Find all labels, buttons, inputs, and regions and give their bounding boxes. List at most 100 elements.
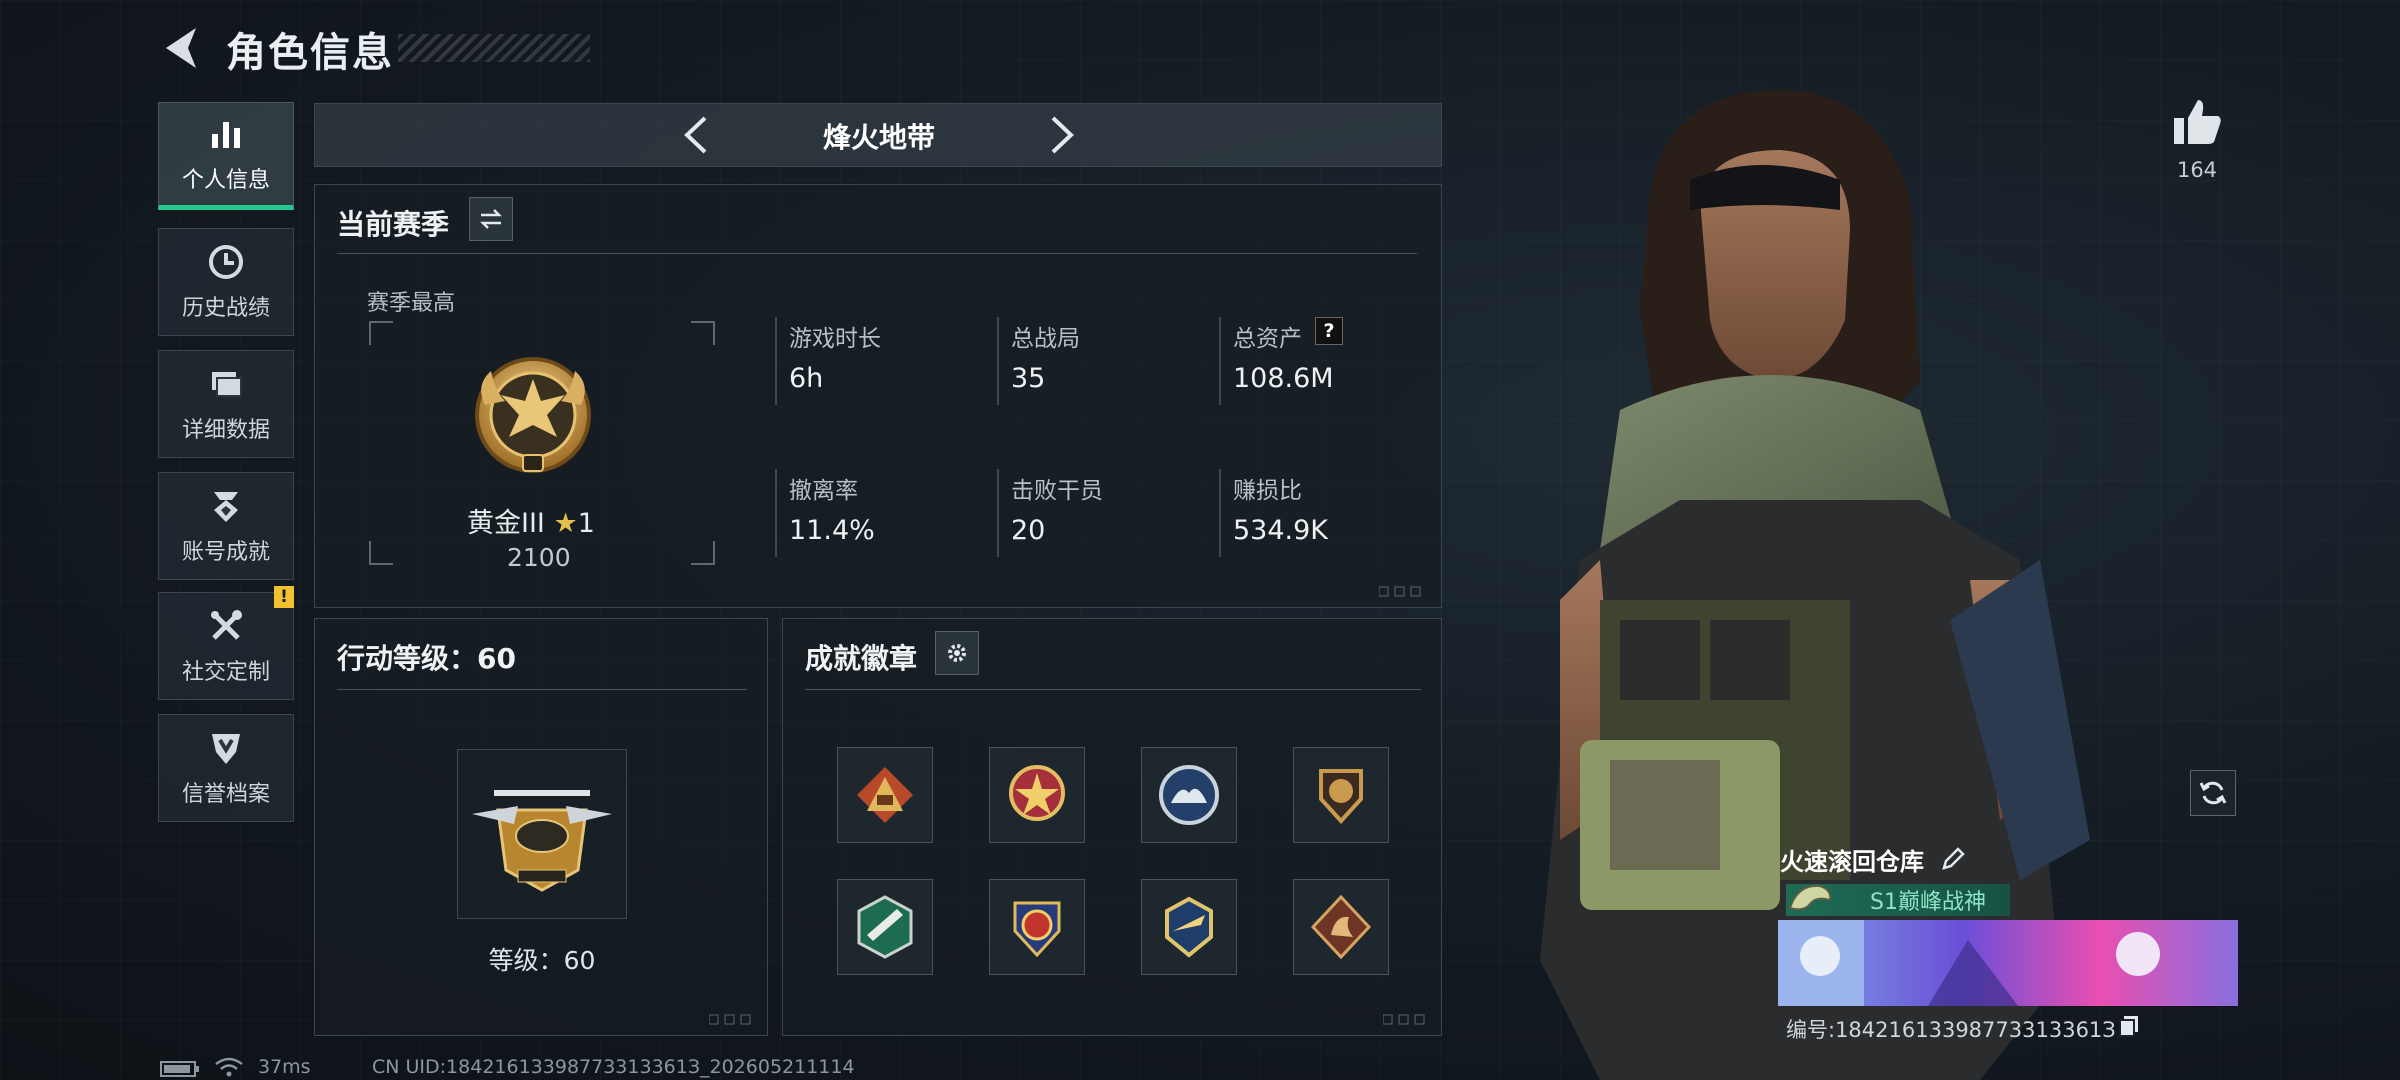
help-button[interactable]: ? xyxy=(1315,317,1343,345)
title-decoration xyxy=(398,34,590,62)
wave-badge-icon xyxy=(1159,765,1219,825)
divider xyxy=(337,689,747,690)
corner-decoration xyxy=(1379,586,1421,597)
badge-slot[interactable] xyxy=(837,747,933,843)
badge-slot[interactable] xyxy=(1293,747,1389,843)
ping-text: 37ms xyxy=(258,1056,311,1078)
edit-pencil-icon[interactable] xyxy=(1940,846,1966,872)
sidebar-item-label: 个人信息 xyxy=(181,168,270,193)
stat-divider xyxy=(997,317,999,405)
rank-name: 黄金III ★1 xyxy=(467,501,595,540)
achievement-icon xyxy=(214,492,238,522)
stat-divider xyxy=(1219,469,1221,557)
badge-slot[interactable] xyxy=(837,879,933,975)
level-text: 等级：60 xyxy=(488,946,596,975)
winged-badge-icon xyxy=(1165,896,1213,958)
season-best-label: 赛季最高 xyxy=(367,291,456,316)
back-arrow-icon[interactable] xyxy=(158,22,206,74)
swap-button[interactable] xyxy=(469,197,513,241)
player-title: S1巅峰战神 xyxy=(1870,890,1986,915)
copy-icon[interactable] xyxy=(2118,1014,2140,1038)
dragon-badge-icon xyxy=(1310,894,1372,960)
helicopter-emblem-icon xyxy=(472,790,612,892)
sidebar-item-account-achievements[interactable]: 账号成就 xyxy=(158,472,294,580)
like-count: 164 xyxy=(2176,158,2218,182)
lion-badge-icon xyxy=(1319,769,1363,824)
star-icon: ★ xyxy=(553,508,578,539)
action-level-panel: 行动等级：60 等级：60 xyxy=(314,618,768,1036)
stat-label: 击败干员 xyxy=(1011,478,1103,504)
mode-title: 烽火地带 xyxy=(822,121,935,154)
refresh-icon xyxy=(2199,781,2227,805)
stat-label: 总资产 xyxy=(1233,326,1302,352)
mode-selector: 烽火地带 xyxy=(314,103,1442,167)
gold-rank-emblem-icon xyxy=(475,357,591,473)
alert-badge: ! xyxy=(274,586,294,608)
sidebar-item-social-custom[interactable]: 社交定制 xyxy=(158,592,294,700)
badge-slot[interactable] xyxy=(989,747,1085,843)
achievements-panel: 成就徽章 xyxy=(782,618,1442,1036)
rank-stars: 1 xyxy=(577,508,595,539)
uid-text: CN UID:18421613398773313361З_20260521111… xyxy=(372,1056,855,1078)
divider xyxy=(337,253,1417,254)
swap-icon xyxy=(479,209,503,229)
clock-icon xyxy=(209,245,243,279)
star-shield-badge-icon xyxy=(1013,901,1061,958)
tools-icon xyxy=(211,610,242,640)
badge-slot[interactable] xyxy=(989,879,1085,975)
badge-settings-button[interactable] xyxy=(935,631,979,675)
sidebar-item-label: 历史战绩 xyxy=(181,296,270,321)
stat-label: 游戏时长 xyxy=(789,326,881,352)
frame-corner xyxy=(369,321,393,345)
stat-label: 撤离率 xyxy=(789,478,858,504)
frame-corner xyxy=(691,541,715,565)
badge-slot[interactable] xyxy=(1141,879,1237,975)
action-level-title: 行动等级：60 xyxy=(337,642,516,675)
dragon-emblem-icon xyxy=(1788,884,1832,911)
corner-decoration xyxy=(709,1014,751,1025)
stat-divider xyxy=(1219,317,1221,405)
season-panel: 当前赛季 赛季最高 黄金III ★1 2100 游戏时长 6h 总战局 35 总… xyxy=(314,184,1442,608)
sidebar-item-history[interactable]: 历史战绩 xyxy=(158,228,294,336)
chevron-right-icon[interactable] xyxy=(1039,112,1083,158)
sidebar-item-personal-info[interactable]: 个人信息 xyxy=(158,102,294,210)
stat-divider xyxy=(997,469,999,557)
rank-name-text: 黄金III xyxy=(467,508,545,539)
thumbs-up-icon[interactable] xyxy=(2170,96,2224,148)
sidebar-item-label: 社交定制 xyxy=(181,660,270,685)
season-title: 当前赛季 xyxy=(337,208,450,241)
stat-divider xyxy=(775,317,777,405)
page-title: 角色信息 xyxy=(226,30,394,76)
stat-value: 6h xyxy=(789,363,824,394)
divider xyxy=(805,689,1421,690)
stat-value: 20 xyxy=(1011,515,1046,546)
sidebar-item-label: 信誉档案 xyxy=(181,782,270,807)
wifi-icon xyxy=(215,1057,243,1077)
gear-icon xyxy=(948,644,966,662)
sidebar-item-credit-profile[interactable]: 信誉档案 xyxy=(158,714,294,822)
folders-icon xyxy=(212,372,242,397)
badge-slot[interactable] xyxy=(1293,879,1389,975)
player-banner xyxy=(1778,920,2238,1006)
stat-value: 11.4% xyxy=(789,515,875,546)
badge-slot[interactable] xyxy=(1141,747,1237,843)
corner-decoration xyxy=(1383,1014,1425,1025)
player-name: 火速滚回仓库 xyxy=(1780,848,1924,876)
level-emblem-frame xyxy=(457,749,627,919)
star-badge-icon xyxy=(1009,765,1065,821)
battery-icon xyxy=(160,1061,199,1077)
stat-value: 108.6M xyxy=(1233,363,1334,394)
stat-label: 总战局 xyxy=(1011,326,1080,352)
rotate-button[interactable] xyxy=(2190,770,2236,816)
shield-rank-icon xyxy=(212,734,240,764)
stat-value: 35 xyxy=(1011,363,1046,394)
sidebar-item-detailed-data[interactable]: 详细数据 xyxy=(158,350,294,458)
gun-badge-icon xyxy=(857,895,913,959)
sidebar-item-label: 账号成就 xyxy=(181,540,270,565)
chevron-left-icon[interactable] xyxy=(675,112,719,158)
sidebar-item-label: 详细数据 xyxy=(181,418,270,443)
achievements-title: 成就徽章 xyxy=(805,642,918,675)
frame-corner xyxy=(369,541,393,565)
rank-score: 2100 xyxy=(507,543,571,572)
frame-corner xyxy=(691,321,715,345)
